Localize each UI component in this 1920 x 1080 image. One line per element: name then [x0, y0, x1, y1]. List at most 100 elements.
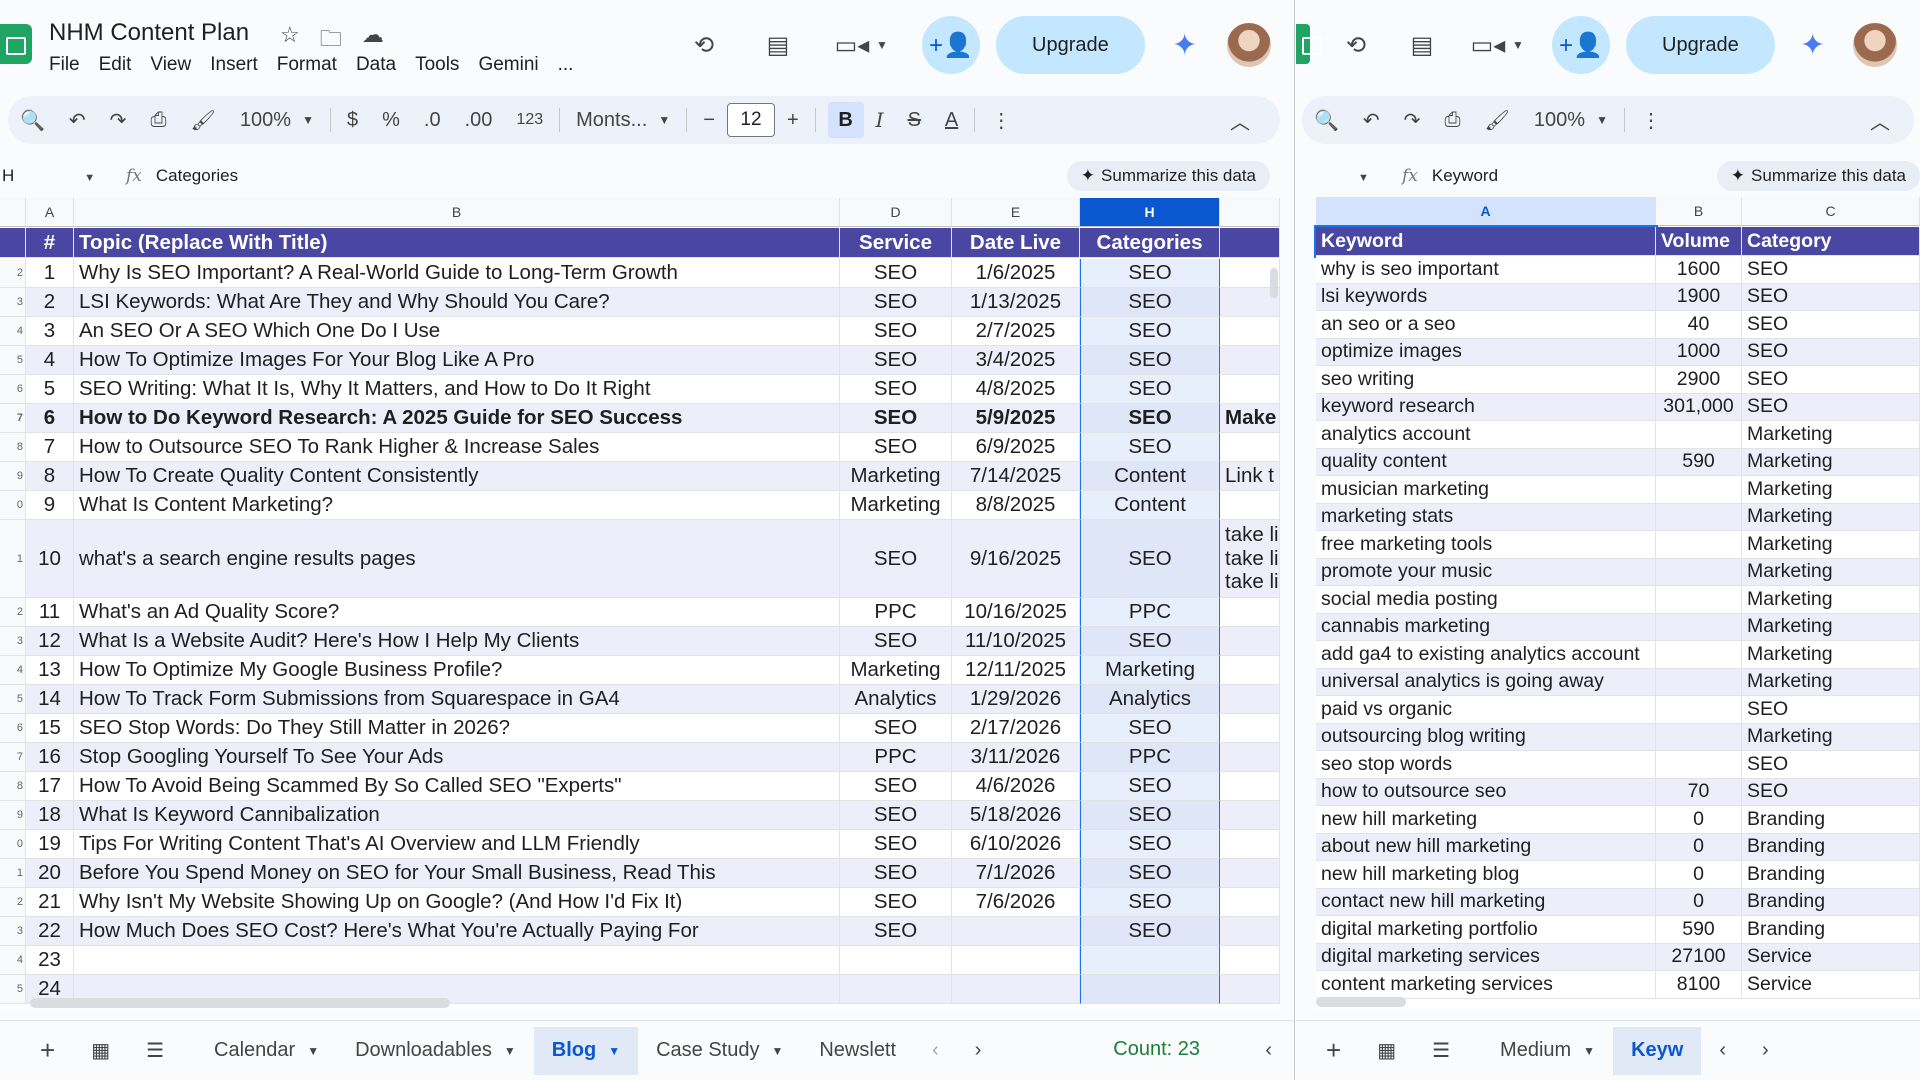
date-live-cell[interactable] [952, 946, 1080, 975]
paint-format-icon[interactable]: 🖌 [178, 96, 227, 144]
notes-cell[interactable] [1220, 743, 1280, 772]
keyword-cell[interactable]: analytics account [1316, 421, 1656, 449]
font-select[interactable]: Monts... ▼ [564, 96, 682, 144]
bold-button[interactable]: B [827, 102, 864, 138]
topic-cell[interactable]: How Much Does SEO Cost? Here's What You'… [74, 917, 840, 946]
meet-video-icon[interactable]: ▭◂ [1468, 25, 1508, 65]
scroll-tabs-right-icon[interactable]: › [1744, 1027, 1787, 1075]
category-cell[interactable]: SEO [1080, 346, 1220, 375]
service-cell[interactable]: SEO [840, 520, 952, 598]
volume-cell[interactable]: 1900 [1656, 283, 1742, 311]
share-button[interactable]: +👤 [1552, 16, 1610, 74]
row-index-cell[interactable]: 2 [26, 288, 74, 317]
more-options-icon[interactable]: ⋮ [979, 96, 1023, 144]
category-cell[interactable]: SEO [1742, 256, 1920, 284]
gemini-icon[interactable]: ✦ [1795, 27, 1831, 63]
notes-cell[interactable] [1220, 772, 1280, 801]
row-index-cell[interactable]: 15 [26, 714, 74, 743]
increase-decimal-button[interactable]: .00 [453, 96, 505, 144]
category-cell[interactable]: SEO [1742, 311, 1920, 339]
volume-cell[interactable] [1656, 641, 1742, 669]
volume-cell[interactable]: 40 [1656, 311, 1742, 339]
row-index-cell[interactable]: 1 [26, 259, 74, 288]
category-cell[interactable]: SEO [1080, 627, 1220, 656]
zoom-select[interactable]: 100% ▼ [1522, 96, 1620, 144]
category-cell[interactable]: SEO [1742, 366, 1920, 394]
service-cell[interactable]: SEO [840, 346, 952, 375]
volume-cell[interactable] [1656, 476, 1742, 504]
row-index-cell[interactable]: 21 [26, 888, 74, 917]
service-cell[interactable]: SEO [840, 772, 952, 801]
category-cell[interactable]: Marketing [1742, 668, 1920, 696]
keyword-cell[interactable]: new hill marketing blog [1316, 861, 1656, 889]
volume-cell[interactable] [1656, 586, 1742, 614]
summarize-button[interactable]: ✦ Summarize this data [1716, 161, 1920, 191]
volume-cell[interactable]: 0 [1656, 888, 1742, 916]
keyword-cell[interactable]: universal analytics is going away [1316, 668, 1656, 696]
menu-insert[interactable]: Insert [210, 52, 268, 78]
category-cell[interactable]: Marketing [1742, 641, 1920, 669]
volume-cell[interactable]: 0 [1656, 861, 1742, 889]
date-live-cell[interactable]: 1/29/2026 [952, 685, 1080, 714]
category-cell[interactable]: Marketing [1742, 476, 1920, 504]
service-cell[interactable]: SEO [840, 433, 952, 462]
header-cell[interactable]: Volume [1656, 227, 1742, 256]
add-sheet-icon[interactable]: + [1296, 1027, 1359, 1075]
volume-cell[interactable]: 70 [1656, 778, 1742, 806]
date-live-cell[interactable]: 9/16/2025 [952, 520, 1080, 598]
category-cell[interactable]: Marketing [1080, 656, 1220, 685]
column-header-e[interactable]: E [952, 198, 1080, 227]
notes-cell[interactable] [1220, 317, 1280, 346]
meet-video-icon[interactable]: ▭◂ [832, 25, 872, 65]
search-icon[interactable]: 🔍 [1302, 96, 1351, 144]
increase-font-size-icon[interactable]: + [775, 96, 811, 144]
service-cell[interactable]: SEO [840, 859, 952, 888]
service-cell[interactable]: PPC [840, 598, 952, 627]
upgrade-button[interactable]: Upgrade [996, 16, 1145, 74]
menu-data[interactable]: Data [356, 52, 406, 78]
notes-cell[interactable]: Link t [1220, 462, 1280, 491]
comments-icon[interactable]: ▤ [1402, 25, 1442, 65]
notes-cell[interactable] [1220, 375, 1280, 404]
topic-cell[interactable]: How To Track Form Submissions from Squar… [74, 685, 840, 714]
keyword-cell[interactable]: add ga4 to existing analytics account [1316, 641, 1656, 669]
topic-cell[interactable]: How to Outsource SEO To Rank Higher & In… [74, 433, 840, 462]
menu-more[interactable]: ... [558, 52, 584, 78]
category-cell[interactable]: Marketing [1742, 503, 1920, 531]
column-header-b[interactable]: B [1656, 197, 1742, 226]
menu-tools[interactable]: Tools [415, 52, 469, 78]
topic-cell[interactable]: Tips For Writing Content That's AI Overv… [74, 830, 840, 859]
category-cell[interactable]: SEO [1742, 751, 1920, 779]
sheet-list-icon[interactable]: ▦ [1359, 1027, 1414, 1075]
menu-format[interactable]: Format [277, 52, 347, 78]
italic-button[interactable]: I [864, 96, 896, 144]
row-index-cell[interactable]: 13 [26, 656, 74, 685]
upgrade-button[interactable]: Upgrade [1626, 16, 1775, 74]
volume-cell[interactable] [1656, 751, 1742, 779]
notes-cell[interactable] [1220, 801, 1280, 830]
service-cell[interactable]: SEO [840, 317, 952, 346]
sheets-logo-icon[interactable] [1296, 24, 1322, 64]
scroll-tabs-left-icon[interactable]: ‹ [1701, 1027, 1744, 1075]
header-cell[interactable] [1220, 228, 1280, 258]
row-index-cell[interactable]: 4 [26, 346, 74, 375]
category-cell[interactable]: SEO [1080, 259, 1220, 288]
keyword-cell[interactable]: about new hill marketing [1316, 833, 1656, 861]
category-cell[interactable]: SEO [1742, 696, 1920, 724]
category-cell[interactable]: SEO [1080, 433, 1220, 462]
volume-cell[interactable] [1656, 696, 1742, 724]
column-header-d[interactable]: D [840, 198, 952, 227]
column-header-b[interactable]: B [74, 198, 840, 227]
service-cell[interactable]: SEO [840, 375, 952, 404]
volume-cell[interactable]: 0 [1656, 833, 1742, 861]
version-history-icon[interactable]: ⟲ [684, 25, 724, 65]
column-header-c[interactable]: C [1742, 197, 1920, 226]
column-header-h[interactable]: H [1080, 198, 1220, 227]
keyword-cell[interactable]: cannabis marketing [1316, 613, 1656, 641]
topic-cell[interactable]: How To Avoid Being Scammed By So Called … [74, 772, 840, 801]
text-color-button[interactable]: A [933, 96, 970, 144]
formula-input[interactable]: Keyword [1432, 166, 1498, 186]
category-cell[interactable]: Marketing [1742, 531, 1920, 559]
horizontal-scrollbar[interactable] [30, 998, 450, 1008]
notes-cell[interactable] [1220, 917, 1280, 946]
